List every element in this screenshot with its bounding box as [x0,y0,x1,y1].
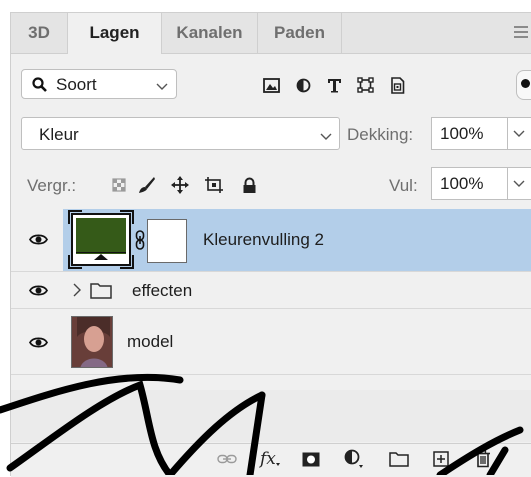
eye-icon[interactable] [28,233,49,251]
link-icon[interactable] [135,230,145,255]
image-thumbnail[interactable] [71,316,113,368]
text-filter-icon[interactable] [324,77,344,93]
lock-label: Vergr.: [27,176,77,195]
layer-row-group[interactable]: effecten [11,272,531,309]
new-adjustment-layer-icon[interactable] [342,449,366,469]
panel-menu-icon[interactable] [514,26,528,38]
add-mask-icon[interactable] [300,449,322,469]
filter-kind-select[interactable]: Soort [21,69,177,99]
blend-mode-select[interactable]: Kleur [21,117,340,150]
eye-icon[interactable] [28,284,49,302]
layer-name[interactable]: Kleurenvulling 2 [203,230,324,250]
chevron-down-icon [320,128,332,146]
shape-filter-icon[interactable] [355,77,375,93]
layer-mask-thumbnail[interactable] [147,219,187,263]
fill-field[interactable]: 100% [431,167,508,200]
fill-dropdown-button[interactable] [508,167,531,200]
delete-layer-icon[interactable] [472,449,494,469]
image-filter-icon[interactable] [261,77,281,93]
chevron-down-icon [156,78,168,96]
lock-transparent-pixels-icon[interactable] [109,176,129,194]
layer-name[interactable]: effecten [132,281,192,301]
opacity-dropdown-button[interactable] [508,117,531,150]
search-icon [32,77,47,97]
new-group-icon[interactable] [387,449,411,469]
chevron-down-icon [513,180,525,187]
layer-list-empty-area [11,390,531,442]
smart-object-filter-icon[interactable] [387,76,407,94]
layer-style-icon[interactable]: fx [258,449,284,469]
tab-3d[interactable]: 3D [11,13,67,53]
eye-icon[interactable] [28,336,49,354]
lock-image-pixels-icon[interactable] [136,176,158,194]
filter-kind-label: Soort [56,75,97,94]
chevron-right-icon[interactable] [73,283,81,302]
opacity-label: Dekking: [347,125,414,144]
link-layers-icon[interactable] [215,449,239,469]
chevron-down-icon [513,130,525,137]
panel-tab-bar: 3D Lagen Kanalen Paden [11,13,531,54]
adjustment-filter-icon[interactable] [293,77,313,93]
filter-toggle-dot [521,79,530,88]
lock-artboard-icon[interactable] [203,176,225,194]
opacity-value: 100% [440,124,484,143]
tab-layers[interactable]: Lagen [68,13,161,54]
lock-position-icon[interactable] [169,176,191,194]
fill-thumbnail[interactable] [68,210,134,269]
layer-name[interactable]: model [127,332,173,352]
fill-value: 100% [440,174,484,193]
layer-row-image[interactable]: model [11,309,531,375]
layer-row-fill[interactable]: Kleurenvulling 2 [11,209,531,272]
layers-panel: 3D Lagen Kanalen Paden Soort Kleur Dekki… [10,12,531,477]
blend-mode-value: Kleur [39,125,79,144]
fill-label: Vul: [389,176,418,195]
new-layer-icon[interactable] [430,449,452,469]
folder-icon [90,282,112,304]
svg-text:fx: fx [259,449,276,469]
tab-channels[interactable]: Kanalen [162,13,257,53]
tab-paths[interactable]: Paden [258,13,341,53]
portrait-image [72,317,112,367]
opacity-field[interactable]: 100% [431,117,508,150]
lock-all-icon[interactable] [239,176,259,194]
